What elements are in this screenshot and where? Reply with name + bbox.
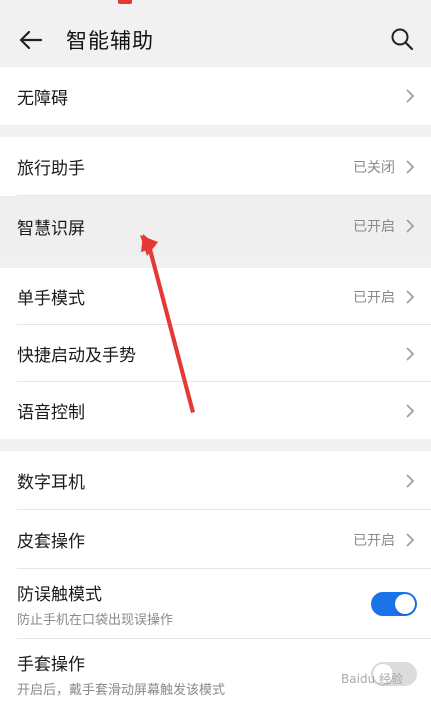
row-cover-operation[interactable]: 皮套操作 已开启 [0,510,431,569]
page-title: 智能辅助 [66,28,154,53]
row-label: 旅行助手 [17,159,85,179]
row-texts: 手套操作 开启后，戴手套滑动屏幕触发该模式 [17,650,371,698]
row-label: 防误触模式 [17,585,102,605]
row-subtitle: 防止手机在口袋出现误操作 [17,613,174,628]
row-label: 智慧识屏 [17,218,85,239]
row-label: 皮套操作 [17,532,85,552]
section-gap [0,439,431,451]
row-texts: 防误触模式 防止手机在口袋出现误操作 [17,580,371,628]
row-travel-assistant[interactable]: 旅行助手 已关闭 [0,137,431,196]
row-digital-earphone[interactable]: 数字耳机 [0,451,431,510]
chevron-right-icon [403,87,417,105]
chevron-right-icon [403,288,417,306]
settings-group-2b: 单手模式 已开启 快捷启动及手势 语音控制 [0,268,431,439]
toggle-knob [395,594,415,614]
row-label: 语音控制 [17,403,85,423]
accidental-touch-toggle[interactable] [371,592,417,616]
row-label: 数字耳机 [17,473,85,493]
row-label: 快捷启动及手势 [17,346,136,366]
chevron-right-icon [403,217,417,235]
row-accessibility[interactable]: 无障碍 [0,67,431,125]
chevron-right-icon [403,402,417,420]
settings-group-1: 无障碍 [0,67,431,125]
row-voice-control[interactable]: 语音控制 [0,382,431,439]
status-indicator [118,0,132,4]
row-status: 已开启 [353,289,395,306]
row-label: 手套操作 [17,655,85,675]
row-status: 已开启 [353,532,395,549]
chevron-right-icon [403,472,417,490]
row-label: 单手模式 [17,289,85,309]
settings-group-2: 旅行助手 已关闭 智慧识屏 已开启 [0,137,431,256]
section-gap [0,125,431,137]
row-status: 已开启 [353,219,395,235]
settings-group-3: 数字耳机 皮套操作 已开启 防误触模式 防止手机在口袋出现误操作 手套操作 开启… [0,451,431,709]
row-label: 无障碍 [17,88,68,109]
chevron-right-icon [403,531,417,549]
row-shortcuts-gestures[interactable]: 快捷启动及手势 [0,325,431,382]
chevron-right-icon [403,158,417,176]
row-status: 已关闭 [353,159,395,176]
toggle-knob [373,664,393,684]
row-one-hand-mode[interactable]: 单手模式 已开启 [0,268,431,325]
row-glove-mode[interactable]: 手套操作 开启后，戴手套滑动屏幕触发该模式 [0,639,431,709]
top-bar: 智能辅助 [0,12,431,67]
row-accidental-touch[interactable]: 防误触模式 防止手机在口袋出现误操作 [0,569,431,639]
status-bar [0,0,431,12]
row-smart-screen[interactable]: 智慧识屏 已开启 [0,196,431,256]
chevron-right-icon [403,345,417,363]
row-subtitle: 开启后，戴手套滑动屏幕触发该模式 [17,683,226,698]
back-arrow-icon[interactable] [16,25,46,55]
glove-mode-toggle[interactable] [371,662,417,686]
search-icon[interactable] [387,24,417,54]
section-gap [0,256,431,268]
